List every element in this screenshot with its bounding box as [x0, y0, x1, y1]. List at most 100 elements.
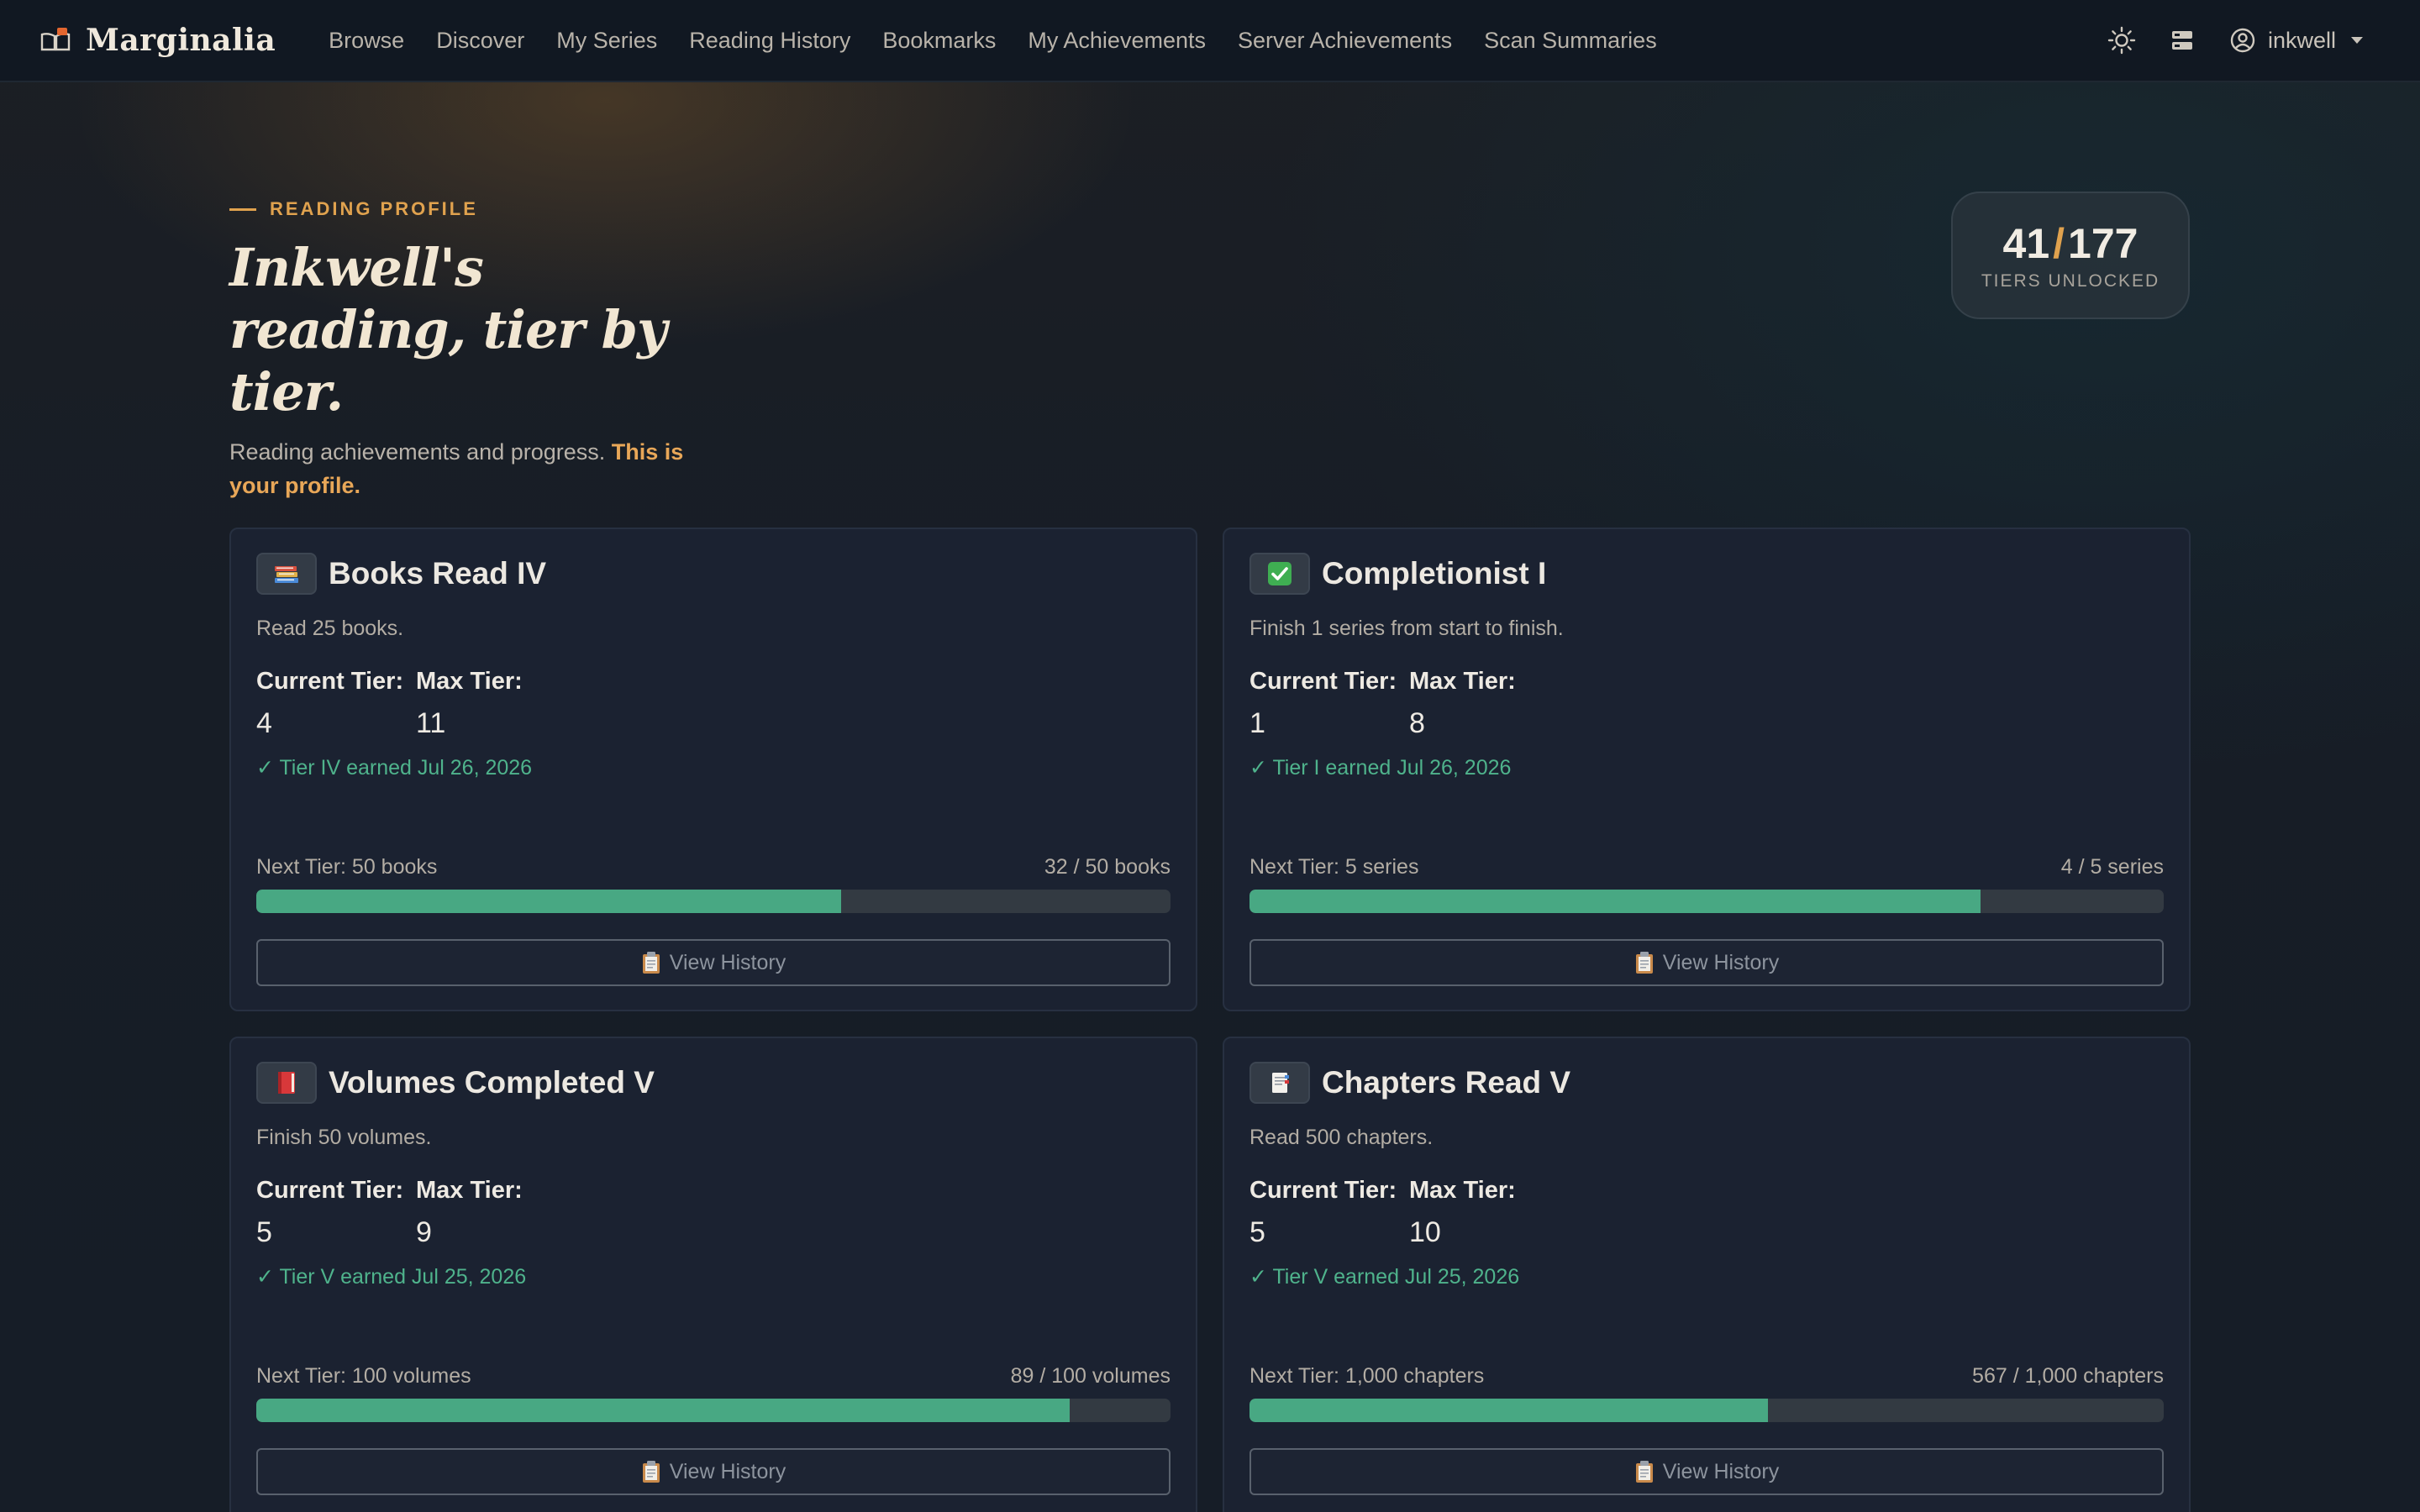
tiers-total-value: 177: [2068, 220, 2139, 267]
tiers-count: 41/177: [2003, 219, 2139, 268]
tiers-unlocked-badge: 41/177 TIERS UNLOCKED: [1951, 192, 2190, 319]
card-description: Read 25 books.: [256, 617, 404, 640]
card-title: Volumes Completed V: [329, 1065, 655, 1100]
tier-row: Current Tier: 1 Max Tier: 8: [1249, 668, 2164, 740]
page-title: Inkwell's reading, tier by tier.: [229, 237, 667, 423]
current-tier-value: 4: [256, 707, 272, 739]
tier-earned-status: ✓ Tier V earned Jul 25, 2026: [256, 1265, 527, 1289]
current-tier-label: Current Tier:: [256, 1177, 404, 1204]
current-tier: Current Tier: 5: [256, 1177, 404, 1249]
tier-earned-status: ✓ Tier V earned Jul 25, 2026: [1249, 1265, 1520, 1289]
card-header: Chapters Read V: [1249, 1062, 2164, 1104]
tier-row: Current Tier: 5 Max Tier: 9: [256, 1177, 1171, 1249]
bookmark-tabs-icon: [1249, 1062, 1310, 1104]
brand-name: Marginalia: [86, 23, 276, 58]
progress-section: Next Tier: 50 books 32 / 50 books: [256, 855, 1171, 913]
clipboard-icon: [641, 951, 661, 974]
nav-link-server-achievements[interactable]: Server Achievements: [1222, 28, 1468, 54]
max-tier-label: Max Tier:: [1409, 1177, 1516, 1204]
max-tier-label: Max Tier:: [1409, 668, 1516, 695]
progress-bar: [256, 1399, 1171, 1422]
layout-toggle-icon[interactable]: [2167, 25, 2197, 55]
nav-link-discover[interactable]: Discover: [420, 28, 540, 54]
tiers-divider: /: [2053, 220, 2065, 267]
nav-link-reading-history[interactable]: Reading History: [673, 28, 866, 54]
eyebrow: READING PROFILE: [229, 198, 986, 220]
progress-section: Next Tier: 100 volumes 89 / 100 volumes: [256, 1364, 1171, 1422]
max-tier: Max Tier: 10: [1409, 1177, 1557, 1249]
card-description: Finish 50 volumes.: [256, 1126, 432, 1149]
max-tier-value: 11: [416, 707, 446, 739]
user-menu[interactable]: inkwell: [2228, 25, 2363, 55]
nav-right: inkwell: [2107, 25, 2380, 55]
progress-bar: [256, 890, 1171, 913]
progress-labels: Next Tier: 100 volumes 89 / 100 volumes: [256, 1364, 1171, 1389]
books-icon: [256, 553, 317, 595]
tiers-label: TIERS UNLOCKED: [1981, 271, 2160, 291]
progress-fill: [1249, 890, 1981, 913]
nav-link-my-achievements[interactable]: My Achievements: [1012, 28, 1222, 54]
tier-row: Current Tier: 4 Max Tier: 11: [256, 668, 1171, 740]
next-tier-label: Next Tier: 5 series: [1249, 855, 1419, 879]
nav-link-my-series[interactable]: My Series: [540, 28, 673, 54]
brand[interactable]: Marginalia: [40, 23, 276, 58]
current-tier: Current Tier: 5: [1249, 1177, 1397, 1249]
progress-section: Next Tier: 1,000 chapters 567 / 1,000 ch…: [1249, 1364, 2164, 1422]
subtitle-text: Reading achievements and progress.: [229, 439, 606, 465]
nav-link-scan-summaries[interactable]: Scan Summaries: [1468, 28, 1673, 54]
progress-labels: Next Tier: 5 series 4 / 5 series: [1249, 855, 2164, 879]
nav-link-bookmarks[interactable]: Bookmarks: [866, 28, 1012, 54]
max-tier-value: 10: [1409, 1216, 1441, 1248]
card-title: Chapters Read V: [1322, 1065, 1571, 1100]
progress-count: 89 / 100 volumes: [1010, 1364, 1171, 1388]
nav-link-browse[interactable]: Browse: [313, 28, 420, 54]
card-title: Completionist I: [1322, 556, 1547, 591]
progress-bar: [1249, 890, 2164, 913]
current-tier-value: 5: [256, 1216, 272, 1248]
tier-earned-status: ✓ Tier IV earned Jul 26, 2026: [256, 756, 533, 780]
current-tier: Current Tier: 4: [256, 668, 404, 740]
progress-fill: [256, 890, 842, 913]
card-header: Completionist I: [1249, 553, 2164, 595]
tiers-unlocked-value: 41: [2002, 220, 2050, 267]
open-book-icon: [40, 28, 71, 53]
current-tier-value: 5: [1249, 1216, 1265, 1248]
top-navbar: Marginalia Browse Discover My Series Rea…: [0, 0, 2420, 82]
card-description: Finish 1 series from start to finish.: [1249, 617, 1564, 640]
check-mark-icon: [1249, 553, 1310, 595]
current-tier-value: 1: [1249, 707, 1265, 739]
max-tier-label: Max Tier:: [416, 668, 523, 695]
user-avatar-icon: [2228, 25, 2258, 55]
view-history-label: View History: [669, 1459, 786, 1483]
clipboard-icon: [1634, 951, 1655, 974]
nav-links: Browse Discover My Series Reading Histor…: [313, 28, 1673, 54]
view-history-button[interactable]: View History: [256, 939, 1171, 986]
max-tier: Max Tier: 9: [416, 1177, 564, 1249]
view-history-label: View History: [1662, 950, 1780, 974]
progress-count: 32 / 50 books: [1044, 855, 1171, 879]
next-tier-label: Next Tier: 1,000 chapters: [1249, 1364, 1485, 1388]
progress-count: 567 / 1,000 chapters: [1972, 1364, 2164, 1388]
eyebrow-dash: [229, 207, 256, 211]
max-tier-label: Max Tier:: [416, 1177, 523, 1204]
max-tier-value: 9: [416, 1216, 432, 1248]
tier-earned-status: ✓ Tier I earned Jul 26, 2026: [1249, 756, 1512, 780]
clipboard-icon: [641, 1460, 661, 1483]
view-history-button[interactable]: View History: [1249, 939, 2164, 986]
current-tier-label: Current Tier:: [256, 668, 404, 695]
card-header: Volumes Completed V: [256, 1062, 1171, 1104]
chevron-down-icon: [2351, 37, 2363, 44]
max-tier: Max Tier: 11: [416, 668, 564, 740]
progress-fill: [1249, 1399, 1768, 1422]
view-history-button[interactable]: View History: [1249, 1448, 2164, 1495]
view-history-label: View History: [669, 950, 786, 974]
tier-row: Current Tier: 5 Max Tier: 10: [1249, 1177, 2164, 1249]
card-title: Books Read IV: [329, 556, 547, 591]
current-tier: Current Tier: 1: [1249, 668, 1397, 740]
view-history-button[interactable]: View History: [256, 1448, 1171, 1495]
progress-labels: Next Tier: 1,000 chapters 567 / 1,000 ch…: [1249, 1364, 2164, 1389]
username: inkwell: [2267, 27, 2336, 53]
sun-icon[interactable]: [2107, 25, 2137, 55]
achievement-card-chapters-read: Chapters Read V Read 500 chapters. Curre…: [1223, 1037, 2191, 1512]
card-description: Read 500 chapters.: [1249, 1126, 1434, 1149]
